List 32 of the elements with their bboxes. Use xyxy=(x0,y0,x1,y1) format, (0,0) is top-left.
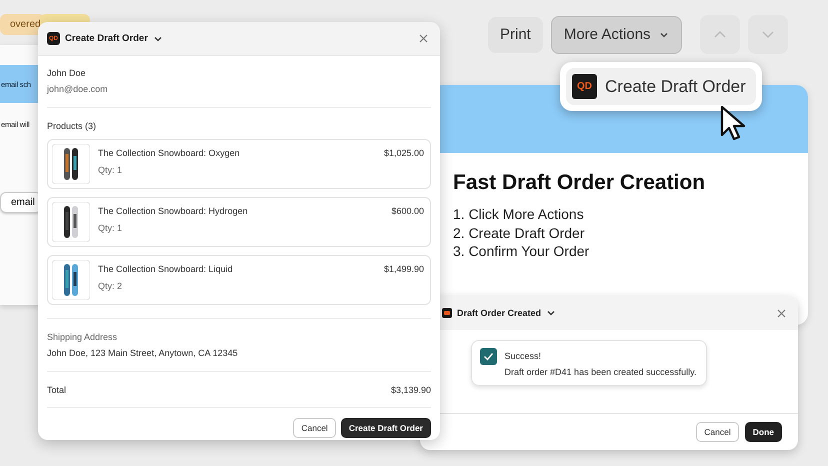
create-draft-order-button[interactable]: Create Draft Order xyxy=(340,418,431,438)
step-text: 2. Create Draft Order xyxy=(453,224,586,242)
shipping-address: John Doe, 123 Main Street, Anytown, CA 12345 xyxy=(47,348,239,358)
step-text: 1. Click More Actions xyxy=(453,205,585,224)
dialog-title: Create Draft Order xyxy=(65,33,148,44)
product-price: $600.00 xyxy=(391,205,424,218)
print-button[interactable]: Print xyxy=(488,16,543,52)
toast-title: Success! xyxy=(504,351,542,361)
step-text: 3. Confirm Your Order xyxy=(453,242,590,260)
done-button[interactable]: Done xyxy=(744,422,782,442)
card-title: Fast Draft Order Creation xyxy=(453,171,706,195)
toast-message: Draft order #D41 has been created successfully. xyxy=(504,367,696,377)
app-logo: QD xyxy=(572,74,597,99)
product-quantity: Qty: 1 xyxy=(98,165,124,175)
section-heading: Products (3) xyxy=(47,121,98,131)
product-quantity: Qty: 1 xyxy=(98,223,124,233)
cancel-button[interactable]: Cancel xyxy=(293,418,336,438)
customer-email: john@doe.com xyxy=(47,84,109,94)
cancel-button[interactable]: Cancel xyxy=(696,422,739,442)
product-quantity: Qty: 2 xyxy=(98,281,124,291)
customer-name: John Doe xyxy=(47,68,87,78)
product-name: The Collection Snowboard: Hydrogen xyxy=(98,206,249,216)
total-label: Total xyxy=(47,385,66,395)
more-actions-button[interactable]: More Actions xyxy=(550,16,682,54)
product-name: The Collection Snowboard: Liquid xyxy=(98,264,234,274)
dialog-title: Draft Order Created xyxy=(457,308,542,318)
section-label: Shipping Address xyxy=(47,332,118,342)
product-name: The Collection Snowboard: Oxygen xyxy=(98,148,241,158)
product-price: $1,499.90 xyxy=(384,263,424,276)
menu-item[interactable]: QD Create Draft Order xyxy=(566,68,756,105)
product-price: $1,025.00 xyxy=(384,147,424,160)
total-amount: $3,139.90 xyxy=(390,385,431,395)
